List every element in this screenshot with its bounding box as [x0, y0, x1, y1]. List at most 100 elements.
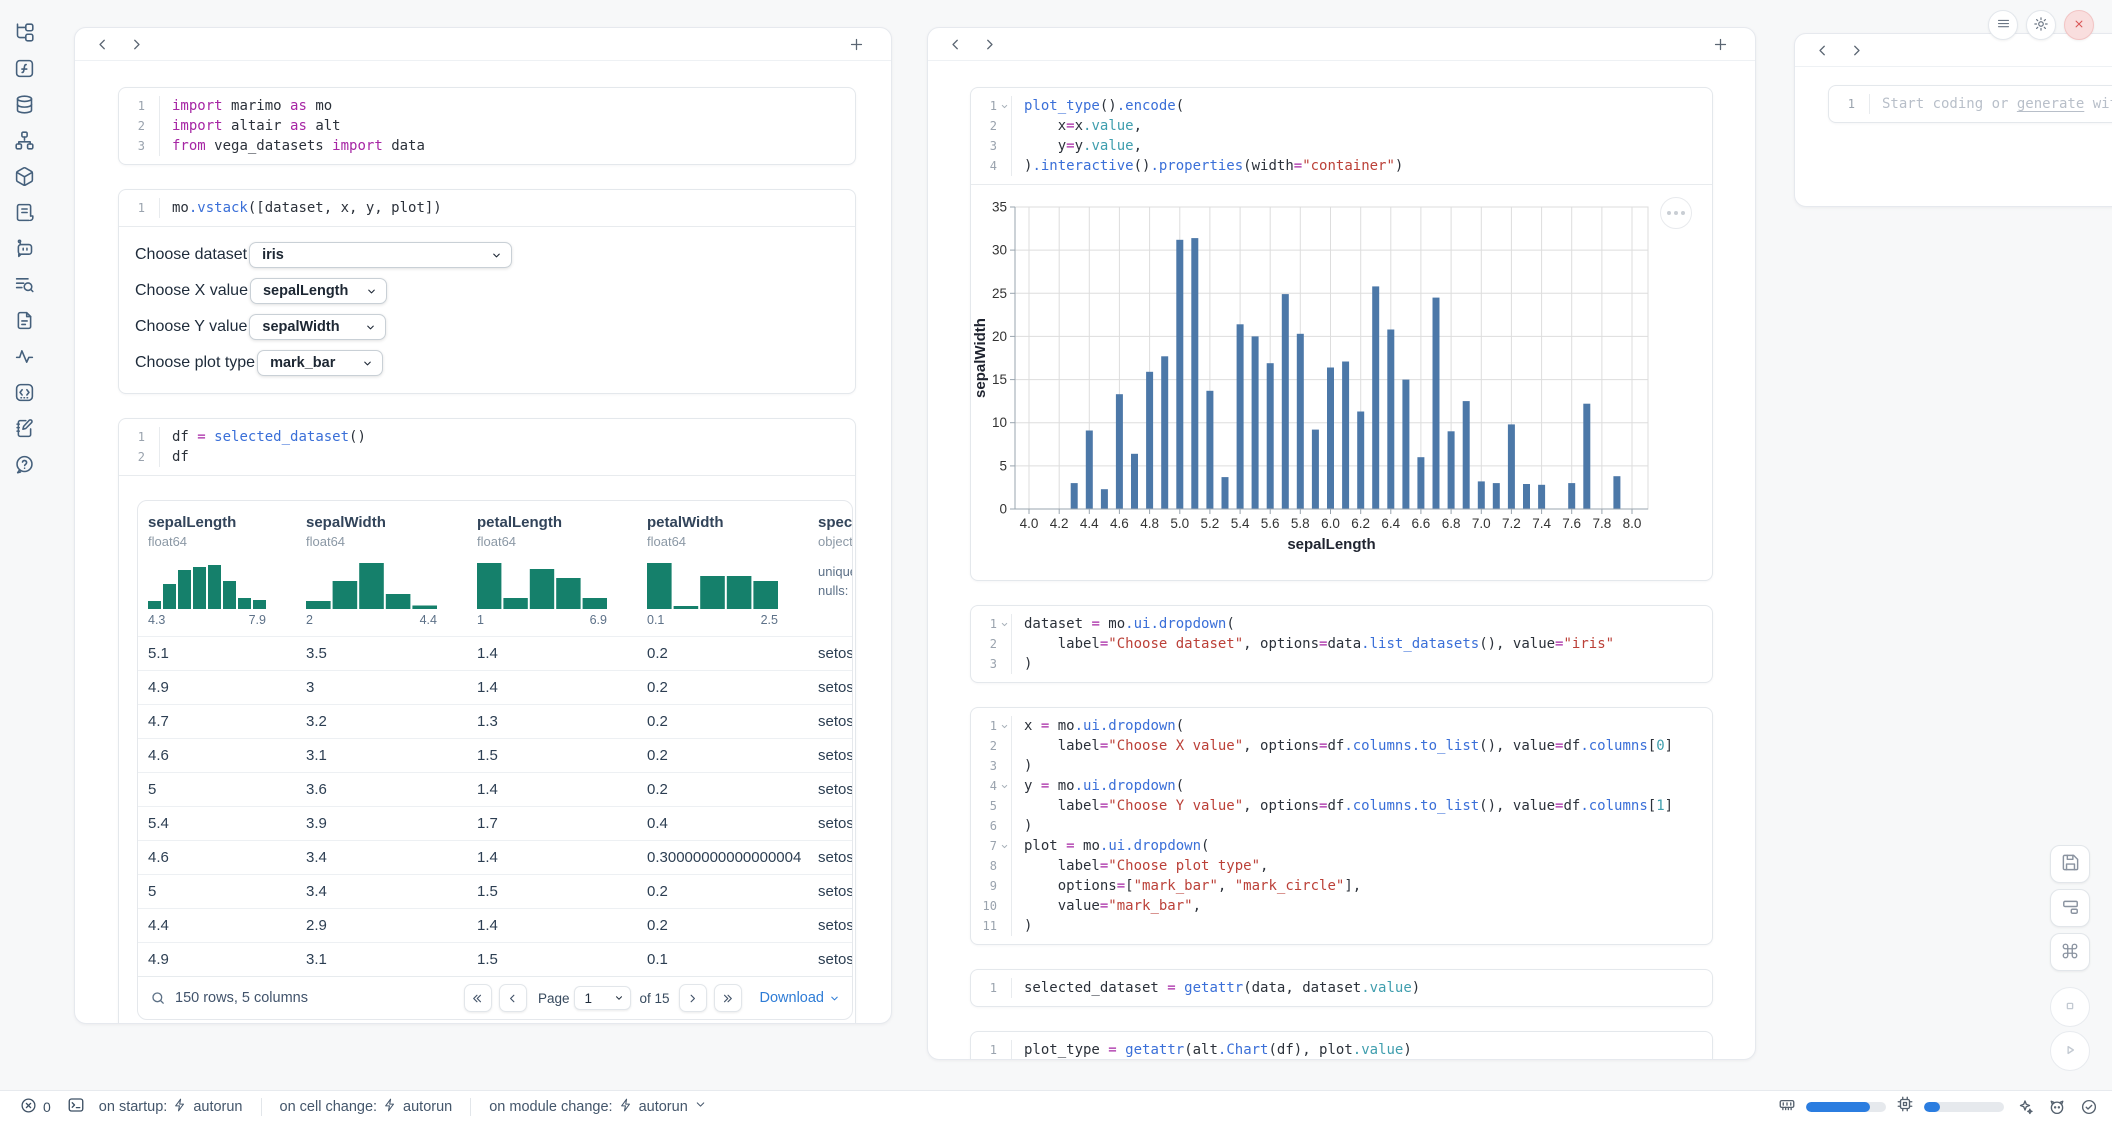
download-button[interactable]: Download	[760, 990, 841, 1006]
code-editor[interactable]: 1234plot_type().encode( x=x.value, y=y.v…	[971, 88, 1712, 184]
bolt-icon	[173, 1098, 187, 1116]
column-back-button[interactable]	[89, 31, 115, 57]
stop-all-cells-button[interactable]	[2050, 987, 2090, 1027]
errors-indicator[interactable]: 0	[12, 1093, 59, 1121]
first-page-button[interactable]	[464, 984, 492, 1012]
code-editor[interactable]: 1234567891011x = mo.ui.dropdown( label="…	[971, 708, 1712, 944]
ai-assistant-button[interactable]	[2014, 1096, 2036, 1118]
choose-plot-type-select[interactable]: mark_bar	[257, 350, 383, 376]
sidebar-scroll-text-icon[interactable]	[9, 197, 39, 227]
column-forward-button[interactable]	[976, 31, 1002, 57]
table-cell: setosa	[808, 849, 852, 866]
code-line: plot_type().encode(	[1024, 96, 1712, 116]
table-cell: 1.5	[467, 747, 637, 764]
save-notebook-button[interactable]	[2050, 845, 2090, 883]
sidebar-snippets-icon[interactable]	[9, 377, 39, 407]
svg-text:6.2: 6.2	[1351, 516, 1370, 531]
setting-value: autorun	[639, 1099, 688, 1115]
sidebar-database-icon[interactable]	[9, 89, 39, 119]
add-column-button[interactable]	[1707, 31, 1733, 57]
divider	[261, 1098, 262, 1116]
table-cell: setosa	[808, 679, 852, 696]
status-bar: 0 on startup: autorun on cell change: au…	[0, 1090, 2112, 1122]
code-editor[interactable]: 1plot_type = getattr(alt.Chart(df), plot…	[971, 1032, 1712, 1060]
search-icon[interactable]	[150, 990, 166, 1006]
svg-text:4.6: 4.6	[1110, 516, 1129, 531]
sidebar-notebook-pen-icon[interactable]	[9, 413, 39, 443]
divider	[470, 1098, 471, 1116]
column-name: species	[818, 514, 852, 531]
shutdown-button[interactable]	[2064, 10, 2094, 40]
code-editor[interactable]: 1Start coding or generate with AI	[1829, 86, 2112, 122]
code-editor[interactable]: 1selected_dataset = getattr(data, datase…	[971, 970, 1712, 1006]
code-line: x=x.value,	[1024, 116, 1712, 136]
code-line: dataset = mo.ui.dropdown(	[1024, 614, 1712, 634]
column-dtype: float64	[306, 534, 467, 549]
sidebar-file-document-icon[interactable]	[9, 305, 39, 335]
notebook-cell: 123import marimo as moimport altair as a…	[118, 87, 856, 165]
layout-toggle-button[interactable]	[2050, 889, 2090, 927]
sidebar-file-tree-icon[interactable]	[9, 17, 39, 47]
run-all-cells-button[interactable]	[2050, 1031, 2090, 1071]
code-editor[interactable]: 123import marimo as moimport altair as a…	[119, 88, 855, 164]
code-line: from vega_datasets import data	[172, 136, 855, 156]
chart-actions-menu-button[interactable]	[1660, 197, 1692, 229]
on-startup-setting[interactable]: on startup: autorun	[93, 1094, 249, 1120]
sidebar-function-square-icon[interactable]	[9, 53, 39, 83]
column-back-button[interactable]	[1809, 37, 1835, 63]
column-back-button[interactable]	[942, 31, 968, 57]
page-select[interactable]: 1	[574, 986, 631, 1010]
code-editor[interactable]: 123dataset = mo.ui.dropdown( label="Choo…	[971, 606, 1712, 682]
column-header[interactable]: petalWidthfloat640.12.5	[637, 514, 808, 627]
table-cell: 5	[138, 883, 296, 900]
table-cell: 3.9	[296, 815, 467, 832]
sidebar-help-circle-icon[interactable]	[9, 449, 39, 479]
line-number-gutter: 1	[119, 198, 160, 218]
sidebar-activity-icon[interactable]	[9, 341, 39, 371]
table-cell: 4.9	[138, 679, 296, 696]
column-header[interactable]: sepalLengthfloat644.37.9	[138, 514, 296, 627]
on-module-change-setting[interactable]: on module change: autorun	[483, 1094, 713, 1120]
sidebar-log-search-icon[interactable]	[9, 269, 39, 299]
notebook-column-2: 1234plot_type().encode( x=x.value, y=y.v…	[927, 27, 1756, 1060]
code-line: label="Choose Y value", options=df.colum…	[1024, 796, 1712, 816]
table-row: 53.61.40.2setosa	[138, 772, 852, 806]
column-name: sepalLength	[148, 514, 296, 531]
column-header[interactable]: petalLengthfloat6416.9	[467, 514, 637, 627]
sidebar-package-icon[interactable]	[9, 161, 39, 191]
dropdown-label: Choose plot type	[135, 354, 257, 372]
table-cell: 0.1	[637, 951, 808, 968]
settings-button[interactable]	[2026, 10, 2056, 40]
choose-y-value-select[interactable]: sepalWidth	[249, 314, 386, 340]
last-page-button[interactable]	[714, 984, 742, 1012]
sidebar-bot-icon[interactable]	[9, 233, 39, 263]
circle-x-icon	[20, 1097, 37, 1117]
bar-chart[interactable]: 4.04.24.44.64.85.05.25.45.65.86.06.26.46…	[971, 191, 1713, 565]
generate-with-ai-link[interactable]: generate	[2017, 96, 2084, 112]
column-forward-button[interactable]	[123, 31, 149, 57]
code-editor[interactable]: 1mo.vstack([dataset, x, y, plot])	[119, 190, 855, 226]
copilot-button[interactable]	[2046, 1096, 2068, 1118]
connection-status-button[interactable]	[2078, 1096, 2100, 1118]
next-page-button[interactable]	[679, 984, 707, 1012]
column-forward-button[interactable]	[1843, 37, 1869, 63]
sidebar-network-icon[interactable]	[9, 125, 39, 155]
keyboard-shortcuts-button[interactable]	[2050, 933, 2090, 971]
previous-page-button[interactable]	[499, 984, 527, 1012]
table-cell: setosa	[808, 645, 852, 662]
choose-x-value-select[interactable]: sepalLength	[250, 278, 387, 304]
row-count-summary: 150 rows, 5 columns	[175, 990, 308, 1006]
add-column-button[interactable]	[843, 31, 869, 57]
table-footer: 150 rows, 5 columnsPage1of 15Download	[138, 976, 852, 1019]
column-header[interactable]: speciesobjectuniquenulls:	[808, 514, 852, 627]
on-cell-change-setting[interactable]: on cell change: autorun	[274, 1094, 459, 1120]
svg-text:7.4: 7.4	[1532, 516, 1551, 531]
choose-dataset-select[interactable]: iris	[249, 242, 512, 268]
terminal-button[interactable]	[59, 1092, 93, 1121]
dataframe-table: sepalLengthfloat644.37.9sepalWidthfloat6…	[137, 500, 853, 1020]
column-header[interactable]: sepalWidthfloat6424.4	[296, 514, 467, 627]
column-header	[928, 28, 1755, 61]
code-editor[interactable]: 12df = selected_dataset()df	[119, 419, 855, 475]
notebook-menu-button[interactable]	[1988, 10, 2018, 40]
dropdown-row: Choose datasetiris	[135, 237, 839, 273]
